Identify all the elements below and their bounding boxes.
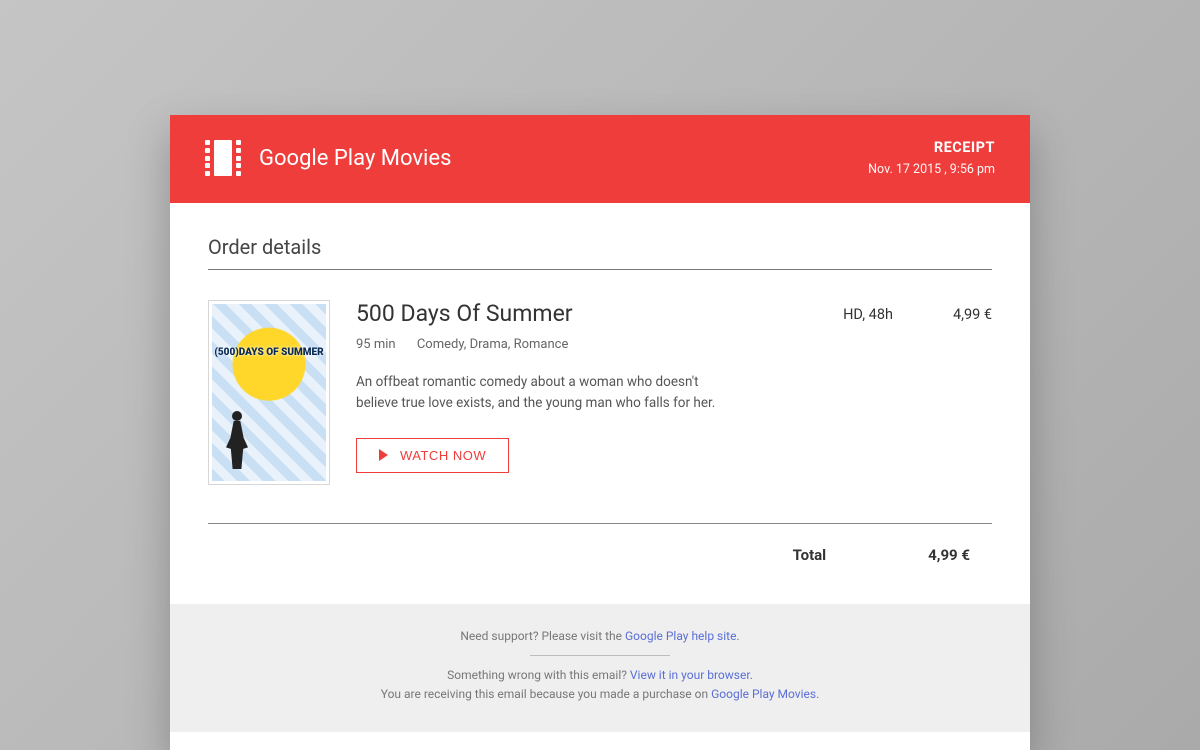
wrong-suffix: . xyxy=(750,668,753,682)
play-movies-link[interactable]: Google Play Movies xyxy=(711,687,816,701)
wrong-line: Something wrong with this email? View it… xyxy=(200,668,1000,682)
why-prefix: You are receiving this email because you… xyxy=(381,687,711,701)
movie-description: An offbeat romantic comedy about a woman… xyxy=(356,372,716,414)
total-row: Total 4,99 € xyxy=(208,546,992,564)
order-body: Order details (500)DAYS OF SUMMER 500 Da… xyxy=(170,203,1030,604)
view-browser-link[interactable]: View it in your browser xyxy=(630,668,750,682)
watch-now-label: WATCH NOW xyxy=(400,448,486,463)
footer: Need support? Please visit the Google Pl… xyxy=(170,604,1030,732)
brand-name: Google Play Movies xyxy=(259,146,451,171)
brand: Google Play Movies xyxy=(205,140,451,176)
movie-duration: 95 min xyxy=(356,337,396,352)
support-line: Need support? Please visit the Google Pl… xyxy=(200,629,1000,643)
total-value: 4,99 € xyxy=(928,546,970,564)
header: Google Play Movies RECEIPT Nov. 17 2015 … xyxy=(170,115,1030,203)
item-price: 4,99 € xyxy=(953,306,992,485)
film-icon xyxy=(205,140,241,176)
price-column: HD, 48h 4,99 € xyxy=(843,300,992,485)
movie-genres: Comedy, Drama, Romance xyxy=(417,337,569,352)
divider xyxy=(208,523,992,524)
receipt-meta: RECEIPT Nov. 17 2015 , 9:56 pm xyxy=(868,139,995,177)
support-link[interactable]: Google Play help site xyxy=(625,629,736,643)
item-quality: HD, 48h xyxy=(843,306,893,485)
wrong-prefix: Something wrong with this email? xyxy=(447,668,630,682)
footer-separator xyxy=(530,655,670,656)
receipt-label: RECEIPT xyxy=(868,139,995,156)
total-label: Total xyxy=(793,546,827,564)
order-item: (500)DAYS OF SUMMER 500 Days Of Summer 9… xyxy=(208,300,992,485)
support-suffix: . xyxy=(736,629,739,643)
receipt-card: Google Play Movies RECEIPT Nov. 17 2015 … xyxy=(170,115,1030,750)
movie-title: 500 Days Of Summer xyxy=(356,300,817,327)
poster-text: (500)DAYS OF SUMMER xyxy=(212,348,326,359)
why-suffix: . xyxy=(816,687,819,701)
section-title: Order details xyxy=(208,235,992,270)
play-icon xyxy=(379,449,388,461)
why-line: You are receiving this email because you… xyxy=(200,687,1000,701)
watch-now-button[interactable]: WATCH NOW xyxy=(356,438,509,473)
movie-meta: 95 min Comedy, Drama, Romance xyxy=(356,337,817,352)
item-info: 500 Days Of Summer 95 min Comedy, Drama,… xyxy=(356,300,817,485)
support-prefix: Need support? Please visit the xyxy=(460,629,625,643)
movie-poster: (500)DAYS OF SUMMER xyxy=(208,300,330,485)
receipt-timestamp: Nov. 17 2015 , 9:56 pm xyxy=(868,162,995,177)
